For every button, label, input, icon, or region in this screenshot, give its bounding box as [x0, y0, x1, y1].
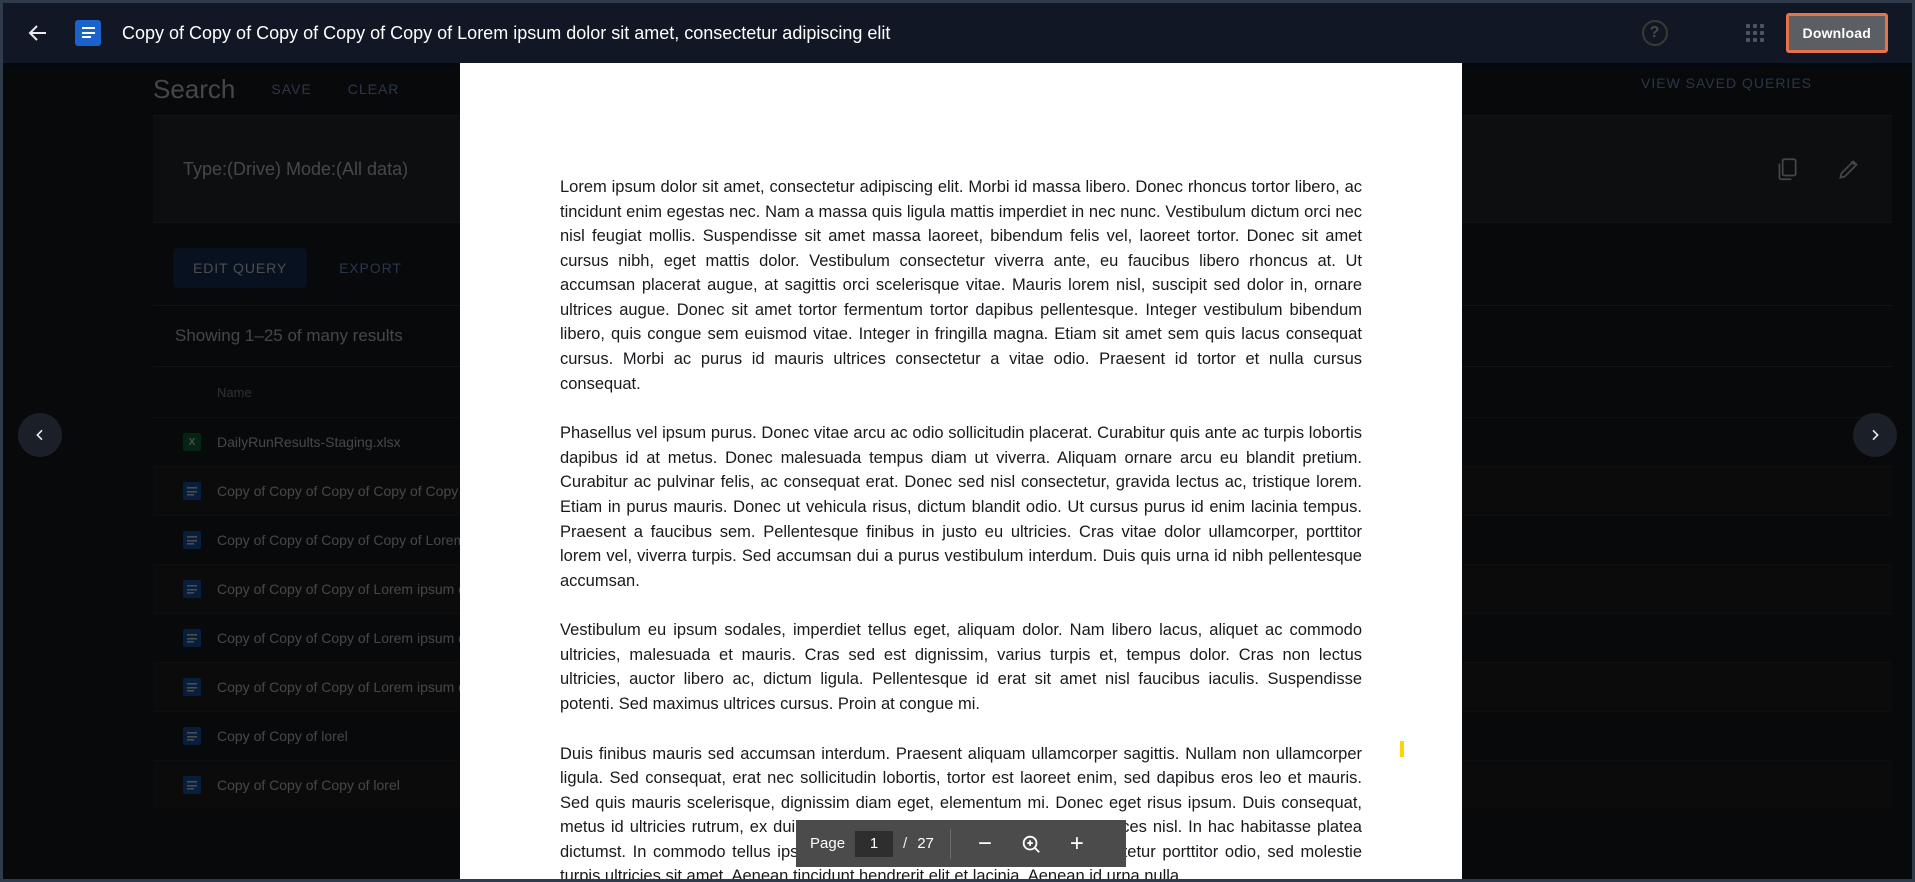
next-document-button[interactable] [1853, 413, 1897, 457]
zoom-magnifier-icon[interactable] [1013, 826, 1049, 862]
page-label: Page [810, 835, 846, 852]
pdf-paragraph: Lorem ipsum dolor sit amet, consectetur … [560, 178, 1362, 393]
total-pages: 27 [917, 835, 934, 852]
apps-grid-icon[interactable] [1745, 24, 1764, 42]
save-query-button[interactable]: SAVE [271, 81, 311, 97]
pdf-toolbar: Page / 27 − + [796, 820, 1126, 867]
copy-icon[interactable] [1774, 156, 1800, 182]
google-docs-icon [75, 20, 101, 46]
clear-query-button[interactable]: CLEAR [348, 81, 400, 97]
document-file-icon [183, 776, 201, 794]
pdf-paragraph: Vestibulum eu ipsum sodales, imperdiet t… [560, 621, 1362, 713]
document-file-icon [183, 531, 201, 549]
pencil-edit-icon[interactable] [1836, 156, 1862, 182]
query-text: Type:(Drive) Mode:(All data) [183, 158, 409, 179]
export-button[interactable]: EXPORT [323, 248, 418, 288]
help-icon[interactable]: ? [1641, 20, 1668, 46]
document-file-icon [183, 482, 201, 500]
pdf-text-content: Lorem ipsum dolor sit amet, consectetur … [460, 63, 1462, 879]
zoom-in-button[interactable]: + [1059, 826, 1095, 862]
search-highlight-marker [1400, 741, 1404, 757]
pdf-page-viewer: Lorem ipsum dolor sit amet, consectetur … [460, 63, 1462, 879]
download-button-highlight: Download [1785, 13, 1888, 53]
document-file-icon [183, 678, 201, 696]
viewer-top-bar: Copy of Copy of Copy of Copy of Copy of … [3, 3, 1912, 63]
document-file-icon [183, 629, 201, 647]
query-card-actions [1774, 156, 1862, 182]
back-arrow-icon[interactable] [21, 16, 55, 50]
edit-query-button[interactable]: EDIT QUERY [173, 248, 308, 288]
page-number-input[interactable] [855, 830, 894, 857]
app-root: Google Vault MATTERS REPORTS RETENTION H… [0, 0, 1915, 882]
page-title: Search [153, 73, 236, 104]
download-tooltip[interactable]: Download [1788, 16, 1885, 50]
view-saved-queries-button[interactable]: VIEW SAVED QUERIES [1641, 75, 1812, 91]
pdf-paragraph: Phasellus vel ipsum purus. Donec vitae a… [560, 424, 1362, 590]
toolbar-divider [949, 828, 951, 859]
page-separator: / [903, 835, 908, 852]
zoom-out-button[interactable]: − [967, 826, 1003, 862]
document-file-icon [183, 580, 201, 598]
viewer-actions: ? Download [1641, 13, 1894, 53]
document-title: Copy of Copy of Copy of Copy of Copy of … [122, 22, 891, 43]
document-file-icon [183, 727, 201, 745]
previous-document-button[interactable] [18, 413, 62, 457]
spreadsheet-file-icon: X [183, 433, 201, 451]
